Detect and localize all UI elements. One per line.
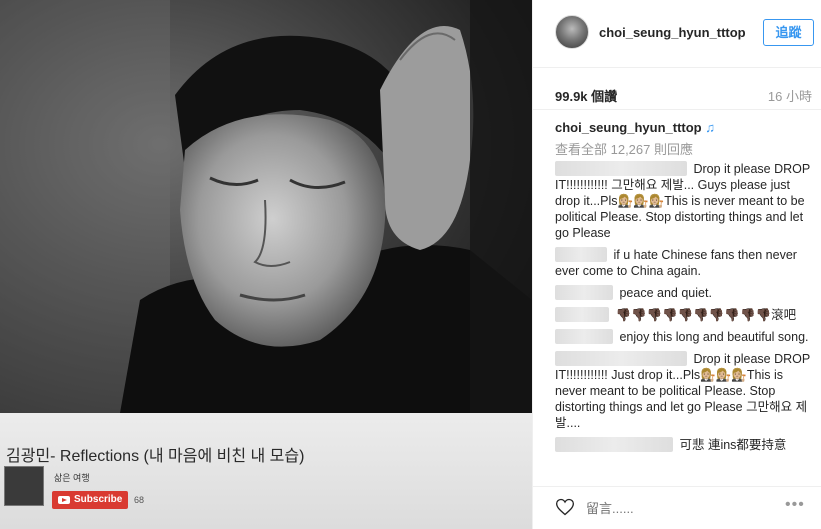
blurred-username — [555, 307, 609, 322]
heart-icon[interactable] — [555, 497, 575, 517]
post-stats: 99.9k 個讚 16 小時 — [533, 68, 821, 110]
youtube-icon — [58, 496, 70, 504]
comment-item: peace and quiet. — [555, 285, 817, 301]
comment-text: 可悲 連ins都要持意 — [679, 438, 787, 452]
post-time[interactable]: 16 小時 — [768, 86, 812, 105]
blurred-username — [555, 437, 673, 452]
subscribe-label: Subscribe — [74, 494, 123, 505]
comment-item: Drop it please DROP IT!!!!!!!!!!!! Just … — [555, 351, 817, 431]
comment-input[interactable] — [586, 499, 766, 517]
post-photo[interactable]: 김광민- Reflections (내 마음에 비친 내 모습) 삶은 여행 S… — [0, 0, 532, 529]
subscriber-count: 68 — [134, 495, 145, 505]
blurred-username — [555, 329, 613, 344]
comment-item: enjoy this long and beautiful song. — [555, 329, 817, 345]
blurred-username — [555, 247, 607, 262]
subscribe-button: Subscribe — [52, 491, 129, 509]
video-title: 김광민- Reflections (내 마음에 비친 내 모습) — [6, 448, 305, 465]
comment-item: 👎🏿👎🏿👎🏿👎🏿👎🏿👎🏿👎🏿👎🏿👎🏿👎🏿滾吧 — [555, 307, 817, 323]
video-info-bar: 김광민- Reflections (내 마음에 비친 내 모습) 삶은 여행 S… — [0, 413, 532, 529]
post-actions: ••• — [533, 486, 821, 529]
blurred-username — [555, 161, 687, 176]
channel-name: 삶은 여행 — [54, 473, 90, 483]
username-link[interactable]: choi_seung_hyun_tttop — [599, 25, 746, 40]
comment-item: Drop it please DROP IT!!!!!!!!!!!! 그만해요 … — [555, 161, 817, 241]
channel-thumbnail — [4, 466, 44, 506]
blurred-username — [555, 351, 687, 366]
comment-item: 可悲 連ins都要持意 — [555, 437, 817, 453]
comment-text: enjoy this long and beautiful song. — [619, 330, 809, 344]
comment-text: 👎🏿👎🏿👎🏿👎🏿👎🏿👎🏿👎🏿👎🏿👎🏿👎🏿滾吧 — [615, 308, 797, 322]
view-count[interactable]: 99.9k 個讚 — [555, 86, 617, 105]
blurred-username — [555, 285, 613, 300]
avatar[interactable] — [555, 15, 589, 49]
follow-button[interactable]: 追蹤 — [763, 19, 814, 46]
comments-section[interactable]: choi_seung_hyun_tttop ♫ 查看全部 12,267 則回應 … — [555, 120, 817, 482]
more-options-button[interactable]: ••• — [785, 496, 805, 514]
caption-author[interactable]: choi_seung_hyun_tttop ♫ — [555, 120, 817, 136]
caption-author-name[interactable]: choi_seung_hyun_tttop — [555, 120, 702, 135]
music-note-icon: ♫ — [705, 120, 715, 135]
comment-item: if u hate Chinese fans then never ever c… — [555, 247, 817, 279]
comment-text: peace and quiet. — [619, 286, 712, 300]
view-all-comments-link[interactable]: 查看全部 12,267 則回應 — [555, 141, 817, 159]
post-side-panel: choi_seung_hyun_tttop 追蹤 99.9k 個讚 16 小時 … — [532, 0, 821, 529]
post-header: choi_seung_hyun_tttop 追蹤 — [533, 0, 821, 68]
